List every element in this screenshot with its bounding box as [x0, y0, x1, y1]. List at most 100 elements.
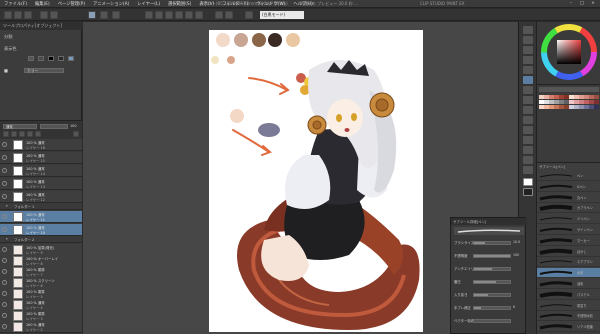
pen-tool-icon[interactable]	[523, 76, 533, 84]
folder-row[interactable]: ▾ フォルダー 1	[0, 204, 82, 210]
snap-icon[interactable]	[88, 11, 96, 19]
eye-icon[interactable]	[2, 214, 7, 219]
eye-icon[interactable]	[2, 324, 7, 329]
layer-row-selected[interactable]: 100 % 通常 レイヤー 11	[0, 211, 82, 223]
lock-icon[interactable]	[27, 131, 33, 137]
eye-icon[interactable]	[2, 302, 7, 307]
brush-item[interactable]: パステル	[537, 290, 600, 300]
main-color-swatch[interactable]	[523, 178, 533, 186]
select-all-icon[interactable]	[175, 11, 183, 19]
eye-icon[interactable]	[2, 258, 7, 263]
brush-item[interactable]: リアル鉛筆	[537, 322, 600, 333]
brush-item[interactable]: 油彩	[537, 279, 600, 289]
eye-icon[interactable]	[2, 247, 7, 252]
fill-icon[interactable]	[165, 11, 173, 19]
transform-icon[interactable]	[145, 11, 153, 19]
new-file-icon[interactable]	[4, 11, 12, 19]
airbrush-tool-icon[interactable]	[523, 106, 533, 114]
eye-icon[interactable]	[2, 227, 7, 232]
detail-slider[interactable]	[473, 254, 511, 258]
folder-toggle-icon[interactable]: ▾	[6, 237, 8, 241]
layer-row[interactable]: 100 % 通常 レイヤー 13	[0, 178, 82, 190]
menu-item[interactable]: アニメーション(A)	[89, 1, 133, 7]
brush-tool-icon[interactable]	[523, 96, 533, 104]
color-mode-icon[interactable]	[215, 11, 223, 19]
clip-icon[interactable]	[19, 131, 25, 137]
menu-item[interactable]: 選択範囲(S)	[164, 1, 195, 7]
detail-slider[interactable]	[473, 293, 511, 297]
layer-row[interactable]: 100 % 通常 レイヤー 12	[0, 191, 82, 203]
layer-row-selected[interactable]: 100 % 通常 レイヤー 10	[0, 224, 82, 236]
palette-swatch[interactable]	[594, 95, 599, 99]
color-wheel[interactable]	[537, 22, 600, 84]
color-option-button[interactable]	[48, 56, 54, 61]
detail-slider[interactable]	[473, 306, 511, 310]
brush-item[interactable]: ミリペン	[537, 214, 600, 225]
select-tool-icon[interactable]	[523, 46, 533, 54]
color-option-button[interactable]	[38, 56, 44, 61]
brush-item[interactable]: 厚塗り	[537, 301, 600, 311]
new-folder-icon[interactable]	[11, 131, 17, 137]
eyedropper-tool-icon[interactable]	[523, 66, 533, 74]
ruler-icon[interactable]	[112, 11, 120, 19]
invert-icon[interactable]	[195, 11, 203, 19]
brush-item[interactable]: サインペン	[537, 225, 600, 235]
maximize-icon[interactable]: □	[577, 0, 587, 8]
close-icon[interactable]: ×	[588, 0, 598, 8]
detail-slider[interactable]	[473, 319, 511, 323]
blend-tool-icon[interactable]	[523, 126, 533, 134]
brush-item[interactable]: Gペン	[537, 182, 600, 192]
brush-item[interactable]: 水彩	[537, 268, 600, 279]
lasso-tool-icon[interactable]	[523, 56, 533, 64]
brush-item[interactable]: 不透明水彩	[537, 311, 600, 322]
detail-slider[interactable]	[473, 241, 511, 245]
detail-slider[interactable]	[473, 280, 511, 284]
canvas-page[interactable]	[209, 30, 423, 332]
eye-icon[interactable]	[2, 168, 7, 173]
minimize-icon[interactable]: –	[566, 0, 576, 8]
undo-icon[interactable]	[40, 11, 48, 19]
layer-row[interactable]: 100 % 通常 レイヤー 15	[0, 152, 82, 164]
color-option-button[interactable]	[28, 56, 34, 61]
palette-swatch[interactable]	[594, 105, 599, 109]
pencil-tool-icon[interactable]	[523, 86, 533, 94]
gradient-tool-icon[interactable]	[523, 146, 533, 154]
detail-slider[interactable]	[473, 267, 511, 271]
open-file-icon[interactable]	[14, 11, 22, 19]
menu-item[interactable]: ページ管理(P)	[54, 1, 89, 7]
redo-icon[interactable]	[50, 11, 58, 19]
menu-item[interactable]: レイヤー(L)	[133, 1, 164, 7]
color-option-button[interactable]	[68, 56, 74, 61]
palette-swatch[interactable]	[594, 100, 599, 104]
color-option-button[interactable]	[58, 56, 64, 61]
fill-tool-icon[interactable]	[523, 136, 533, 144]
trash-icon[interactable]	[73, 131, 79, 137]
brush-item[interactable]: エアブラシ	[537, 257, 600, 268]
eye-icon[interactable]	[2, 313, 7, 318]
brush-item[interactable]: ぼかし	[537, 247, 600, 257]
folder-row[interactable]: ▾ フォルダー 2	[0, 237, 82, 243]
eye-icon[interactable]	[2, 280, 7, 285]
eye-icon[interactable]	[2, 269, 7, 274]
display-color-dropdown[interactable]: カラー	[24, 68, 64, 73]
menu-item[interactable]: ファイル(F)	[0, 1, 31, 7]
layer-row[interactable]: 100 % 通常 レイヤー 16	[0, 139, 82, 151]
blend-mode-dropdown[interactable]: 通常	[3, 124, 37, 129]
deselect-icon[interactable]	[185, 11, 193, 19]
brush-item[interactable]: マーカー	[537, 236, 600, 246]
brush-item[interactable]: カブラペン	[537, 203, 600, 214]
brush-item[interactable]: 丸ペン	[537, 193, 600, 203]
layer-row[interactable]: 100 % 通常 レイヤー 14	[0, 165, 82, 177]
mode-dropdown[interactable]: (白黒モード)	[260, 11, 304, 19]
save-icon[interactable]	[24, 11, 32, 19]
layer-row[interactable]: 100 % 通常 レイヤー 2	[0, 321, 82, 333]
opacity-slider[interactable]	[40, 124, 68, 129]
layer-color-icon[interactable]	[225, 11, 233, 19]
eye-icon[interactable]	[2, 142, 7, 147]
brush-item[interactable]: ペン	[537, 171, 600, 181]
display-icon[interactable]	[245, 11, 253, 19]
eraser-tool-icon[interactable]	[523, 116, 533, 124]
figure-tool-icon[interactable]	[523, 156, 533, 164]
zoom-tool-icon[interactable]	[523, 26, 533, 34]
move-tool-icon[interactable]	[523, 36, 533, 44]
